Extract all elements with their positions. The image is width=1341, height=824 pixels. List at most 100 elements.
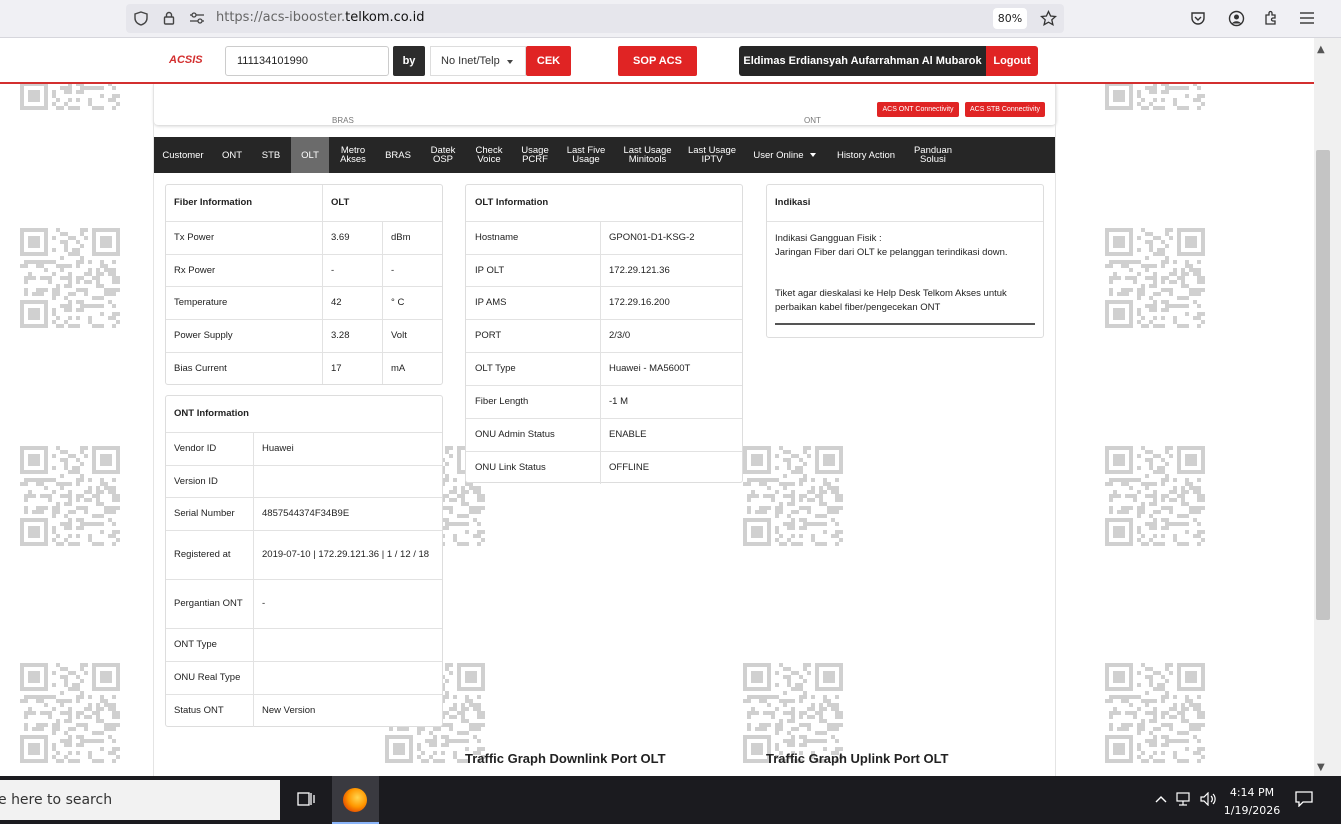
- row-label: Serial Number: [174, 508, 235, 519]
- tab-label: Customer: [162, 149, 204, 161]
- row-label: Fiber Length: [475, 396, 529, 407]
- tab-label-line-2: IPTV: [701, 154, 723, 165]
- divider: [775, 323, 1035, 325]
- row-value: -1 M: [609, 396, 628, 407]
- row-value: ° C: [391, 297, 405, 308]
- qr-watermark: [743, 446, 843, 546]
- row-value: New Version: [262, 705, 316, 716]
- account-icon[interactable]: [1227, 9, 1245, 27]
- row-value: 3.28: [331, 330, 350, 341]
- lock-icon[interactable]: [161, 10, 177, 26]
- table-row: ONU Link Status OFFLINE: [466, 451, 742, 484]
- tab-user-online[interactable]: User Online: [745, 137, 824, 173]
- row-label: IP OLT: [475, 264, 505, 276]
- row-label: Tx Power: [174, 232, 215, 243]
- row-value: 3.69: [331, 232, 350, 243]
- qr-watermark: [20, 228, 120, 328]
- logout-button[interactable]: Logout: [986, 46, 1038, 76]
- sop-acs-button[interactable]: SOP ACS: [618, 46, 697, 76]
- indikasi-panel: Indikasi Indikasi Gangguan Fisik : Jarin…: [766, 184, 1044, 338]
- tab-usage-pcrf[interactable]: Usage PCRF: [511, 137, 559, 173]
- firefox-taskbar-button[interactable]: [332, 776, 379, 824]
- tab-stb[interactable]: STB: [251, 137, 291, 173]
- table-row: Temperature 42 ° C: [166, 286, 442, 319]
- row-label: ONU Admin Status: [475, 429, 555, 440]
- taskbar-search-box[interactable]: e here to search: [0, 780, 280, 820]
- tab-last-usage-minitools[interactable]: Last Usage Minitools: [616, 137, 679, 173]
- table-row: Bias Current 17 mA: [166, 352, 442, 384]
- cek-button[interactable]: CEK: [526, 46, 571, 76]
- tab-label: Last Five Usage: [567, 146, 606, 165]
- row-label: IP AMS: [475, 297, 507, 308]
- qr-watermark: [1105, 663, 1205, 763]
- tab-last-usage-iptv[interactable]: Last Usage IPTV: [679, 137, 745, 173]
- table-row: Serial Number 4857544374F34B9E: [166, 497, 442, 530]
- scroll-thumb[interactable]: [1316, 150, 1330, 620]
- network-icon[interactable]: [1172, 786, 1198, 812]
- table-row: Fiber Length -1 M: [466, 385, 742, 418]
- search-type-value: No Inet/Telp: [441, 55, 500, 67]
- permissions-icon[interactable]: [189, 10, 205, 26]
- task-view-icon[interactable]: [293, 786, 319, 812]
- chevron-down-icon: [507, 60, 513, 64]
- tab-panduan-solusi[interactable]: Panduan Solusi: [908, 137, 958, 173]
- tab-label: BRAS: [385, 150, 411, 160]
- search-input[interactable]: [225, 46, 389, 76]
- row-label: Power Supply: [174, 330, 233, 341]
- tab-last-five-usage[interactable]: Last Five Usage: [556, 137, 616, 173]
- notifications-icon[interactable]: [1291, 786, 1317, 812]
- tab-datek-osp[interactable]: Datek OSP: [419, 137, 467, 173]
- tab-history-action[interactable]: History Action: [824, 137, 908, 173]
- acsis-logo[interactable]: ACSIS: [169, 54, 203, 66]
- row-value: 2/3/0: [609, 330, 631, 341]
- tab-bras[interactable]: BRAS: [377, 137, 419, 173]
- tab-label-line-2: Voice: [477, 154, 501, 165]
- ont-header-title: ONT Information: [174, 408, 249, 419]
- bookmark-star-icon[interactable]: [1039, 9, 1057, 27]
- tab-label: Last Usage Minitools: [623, 146, 671, 165]
- row-value: -: [391, 264, 395, 276]
- row-value: [262, 662, 432, 694]
- tab-customer[interactable]: Customer: [153, 137, 213, 173]
- downlink-graph-title: Traffic Graph Downlink Port OLT: [465, 751, 666, 766]
- row-label: Hostname: [475, 232, 519, 243]
- tab-olt[interactable]: OLT: [291, 137, 329, 173]
- qr-watermark: [743, 663, 843, 763]
- extensions-icon[interactable]: [1262, 9, 1280, 27]
- row-label: OLT Type: [475, 363, 516, 374]
- tab-label: Datek OSP: [431, 146, 456, 165]
- indikasi-line-1: Indikasi Gangguan Fisik :: [775, 233, 882, 244]
- url-text[interactable]: https://acs-ibooster.telkom.co.id: [216, 10, 425, 25]
- tab-ont[interactable]: ONT: [213, 137, 251, 173]
- user-name: Eldimas Erdiansyah Aufarrahman Al Mubaro…: [739, 46, 986, 76]
- tab-label-line-1: Customer: [162, 149, 204, 161]
- acs-ont-connectivity-button[interactable]: ACS ONT Connectivity: [877, 102, 959, 117]
- tab-label-line-2: OSP: [432, 154, 454, 165]
- clock-date[interactable]: 1/19/2026: [1222, 804, 1282, 817]
- clock-time[interactable]: 4:14 PM: [1222, 786, 1282, 799]
- ont-header-row: ONT Information: [166, 396, 442, 432]
- tab-label: User Online: [753, 150, 803, 160]
- qr-watermark: [20, 663, 120, 763]
- row-value: mA: [391, 362, 406, 374]
- tab-metro-akses[interactable]: Metro Akses: [329, 137, 377, 173]
- row-value: GPON01-D1-KSG-2: [609, 232, 695, 243]
- scroll-down-arrow-icon[interactable]: ▼: [1317, 762, 1325, 773]
- row-value: -: [331, 264, 335, 276]
- shield-icon[interactable]: [133, 10, 149, 26]
- menu-icon[interactable]: [1298, 9, 1316, 27]
- chevron-up-icon[interactable]: [1148, 786, 1174, 812]
- row-label: Version ID: [174, 475, 218, 487]
- row-label: Bias Current: [174, 362, 227, 374]
- scroll-up-arrow-icon[interactable]: ▲: [1317, 44, 1325, 55]
- indikasi-line-2: Jaringan Fiber dari OLT ke pelanggan ter…: [775, 247, 1008, 258]
- pocket-icon[interactable]: [1189, 9, 1207, 27]
- row-value: 17: [331, 362, 342, 374]
- tab-label-line-1: History Action: [836, 149, 896, 161]
- indikasi-header-row: Indikasi: [767, 185, 1043, 221]
- tab-check-voice[interactable]: Check Voice: [467, 137, 511, 173]
- volume-icon[interactable]: [1196, 786, 1222, 812]
- zoom-level[interactable]: 80%: [993, 8, 1027, 29]
- acs-stb-connectivity-button[interactable]: ACS STB Connectivity: [965, 102, 1045, 117]
- search-type-select[interactable]: No Inet/Telp: [430, 46, 526, 76]
